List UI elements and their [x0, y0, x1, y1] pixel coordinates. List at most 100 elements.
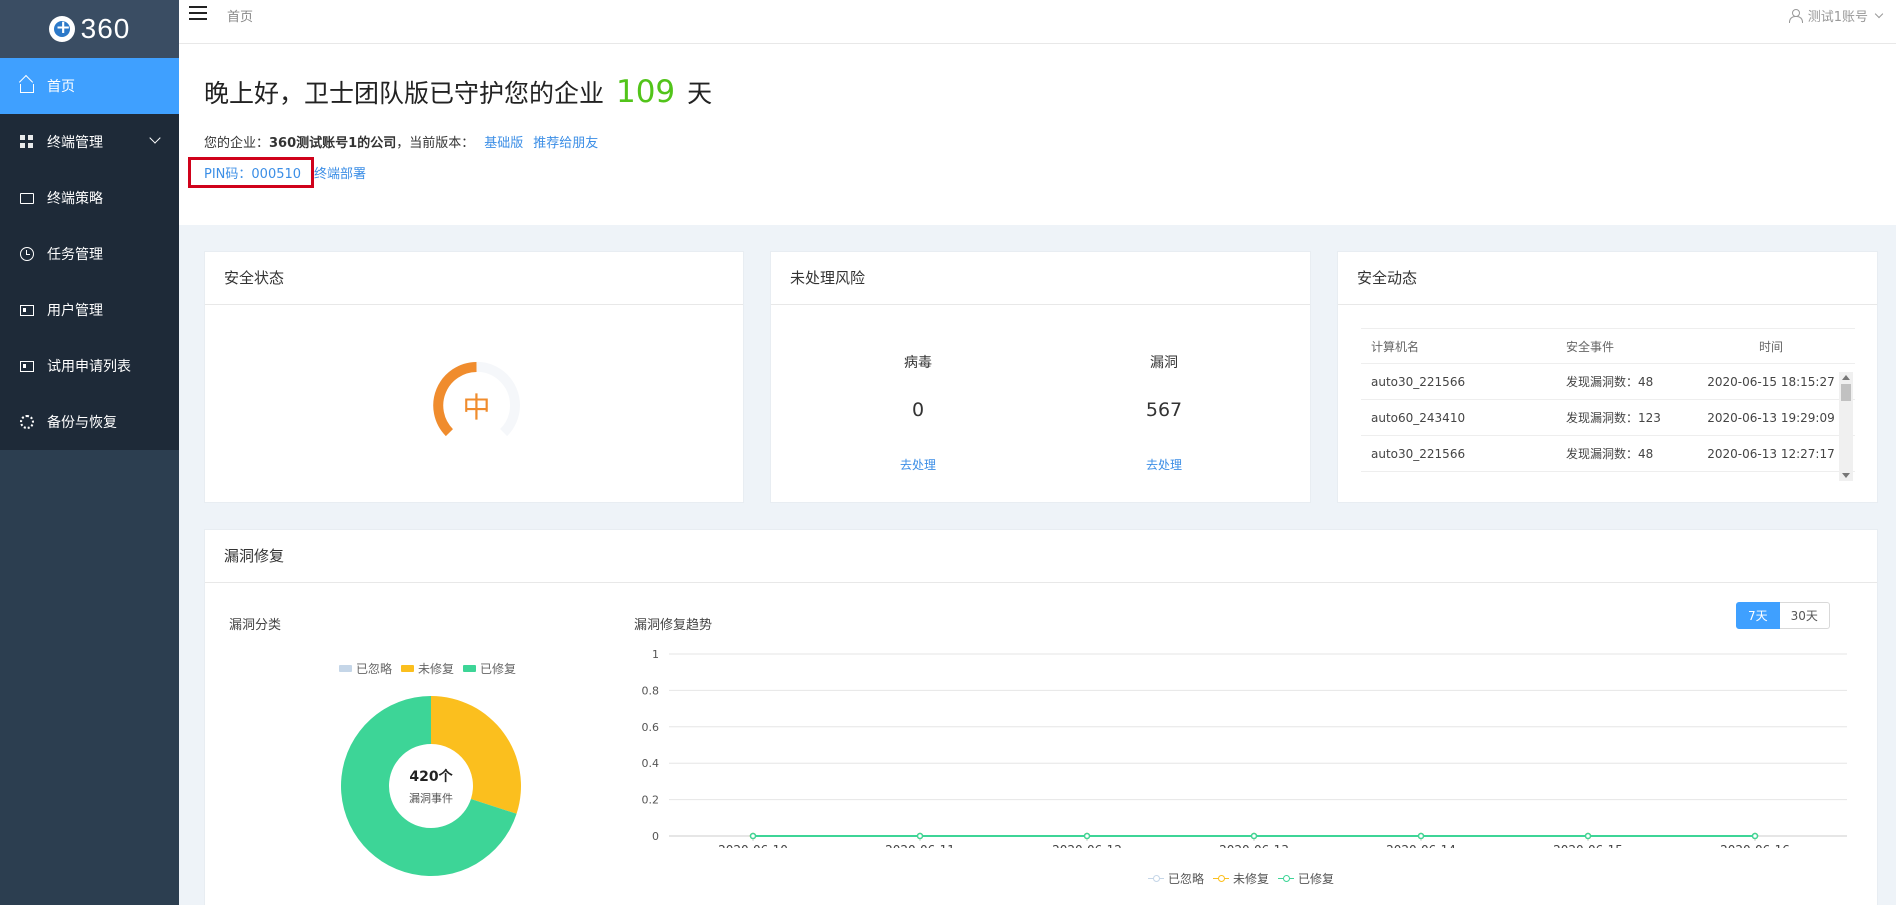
terminal-deploy-link[interactable]: 终端部署 [314, 163, 366, 182]
legend-label: 已忽略 [356, 662, 393, 676]
version-label: ，当前版本： [396, 136, 475, 151]
table-cell: 发现漏洞数：48 [1566, 375, 1654, 389]
table-row[interactable]: auto60_243410 发现漏洞数：123 2020-06-13 19:29… [1361, 400, 1855, 436]
vuln-trend-title: 漏洞修复趋势 [634, 618, 713, 633]
version-link[interactable]: 基础版 [484, 136, 523, 151]
id-card-icon [20, 304, 34, 316]
company-name: 360测试账号1的公司 [269, 136, 397, 151]
logo[interactable]: 360 [0, 0, 179, 58]
sidebar-item-label: 首页 [47, 79, 75, 95]
unhandled-risks-card: 未处理风险 病毒 0 去处理 漏洞 567 去处理 [770, 251, 1311, 503]
company-label: 您的企业： [204, 136, 270, 151]
sidebar-item-task-management[interactable]: 任务管理 [0, 226, 179, 282]
monitor-icon [20, 192, 34, 204]
legend-item-fixed[interactable]: 已修复 [1278, 870, 1334, 887]
gear-icon [20, 415, 34, 429]
table-row[interactable]: auto30_221566 发现漏洞数：48 2020-06-13 12:27:… [1361, 436, 1855, 472]
clock-icon [20, 247, 34, 261]
vuln-trend-chart: 1 0.8 0.6 0.4 0.2 0 2020-06-10 2020-06-11 2020-0… [642, 648, 1847, 848]
sidebar-item-label: 任务管理 [47, 247, 103, 263]
pin-code: PIN码：000510 [188, 157, 314, 188]
trend-legend: 已忽略 未修复 已修复 [1148, 870, 1343, 887]
legend-label: 已忽略 [1168, 872, 1205, 886]
legend-label: 未修复 [418, 662, 455, 676]
vuln-label: 漏洞 [1150, 355, 1178, 371]
scroll-up-arrow-icon[interactable] [1842, 375, 1850, 380]
table-cell: auto60_243410 [1371, 410, 1466, 425]
virus-count: 0 [911, 399, 925, 421]
sidebar-menu: 首页 终端管理 终端策略 任务管理 用户管理 试用申请列表 备份与恢复 [0, 58, 179, 450]
vuln-count: 567 [1145, 399, 1183, 421]
sidebar-item-backup-restore[interactable]: 备份与恢复 [0, 394, 179, 450]
breadcrumb[interactable]: 首页 [227, 6, 253, 25]
home-icon [20, 84, 34, 93]
virus-column: 病毒 0 去处理 [858, 352, 978, 473]
recommend-link[interactable]: 推荐给朋友 [533, 136, 598, 151]
sidebar-item-user-management[interactable]: 用户管理 [0, 282, 179, 338]
scroll-thumb[interactable] [1841, 384, 1851, 401]
sidebar-item-home[interactable]: 首页 [0, 58, 179, 114]
legend-item-ignored[interactable]: 已忽略 [339, 660, 392, 677]
legend-swatch [463, 665, 477, 672]
donut-total: 420个 [409, 769, 453, 785]
sidebar-item-terminal-management[interactable]: 终端管理 [0, 114, 179, 170]
logo-icon [48, 16, 75, 42]
sidebar-item-label: 用户管理 [47, 303, 103, 319]
legend-item-ignored[interactable]: 已忽略 [1148, 870, 1204, 887]
card-title: 未处理风险 [771, 252, 1310, 305]
table-scrollbar[interactable] [1839, 372, 1853, 481]
security-level: 中 [462, 390, 491, 424]
data-point[interactable] [749, 832, 757, 840]
vuln-handle-link[interactable]: 去处理 [1104, 456, 1224, 473]
x-tick-label: 2020-06-15 [1553, 843, 1623, 848]
data-point[interactable] [1250, 832, 1258, 840]
sidebar-item-trial-applications[interactable]: 试用申请列表 [0, 338, 179, 394]
table-cell: 发现漏洞数：123 [1566, 411, 1661, 425]
legend-line [1278, 874, 1295, 883]
legend-item-fixed[interactable]: 已修复 [463, 660, 516, 677]
range-30d-button[interactable]: 30天 [1779, 602, 1830, 629]
scroll-down-arrow-icon[interactable] [1842, 473, 1850, 478]
legend-item-unfixed[interactable]: 未修复 [401, 660, 454, 677]
id-card-icon [20, 360, 34, 372]
data-point[interactable] [1417, 832, 1425, 840]
welcome-panel: 晚上好，卫士团队版已守护您的企业 109 天 您的企业：360测试账号1的公司，… [179, 44, 1896, 225]
data-point[interactable] [1751, 832, 1759, 840]
sidebar-item-terminal-policy[interactable]: 终端策略 [0, 170, 179, 226]
donut-caption: 漏洞事件 [409, 792, 453, 805]
security-gauge: 中 [419, 348, 534, 463]
table-cell: auto30_221566 [1371, 446, 1466, 461]
logo-text: 360 [80, 13, 131, 44]
sidebar-item-label: 终端策略 [47, 191, 103, 207]
protected-days: 109 [615, 74, 676, 110]
greeting-text: 晚上好，卫士团队版已守护您的企业 [204, 79, 605, 108]
table-cell: 2020-06-15 18:15:27 [1707, 374, 1835, 389]
x-tick-label: 2020-06-12 [1052, 843, 1122, 848]
x-tick-label: 2020-06-14 [1386, 843, 1456, 848]
vuln-column: 漏洞 567 去处理 [1104, 352, 1224, 473]
data-point[interactable] [916, 832, 924, 840]
hamburger-menu-icon[interactable] [189, 6, 207, 20]
column-header: 安全事件 [1566, 339, 1615, 354]
sidebar-item-label: 备份与恢复 [47, 415, 117, 431]
legend-item-unfixed[interactable]: 未修复 [1213, 870, 1269, 887]
y-tick-label: 0.6 [642, 721, 660, 734]
x-tick-label: 2020-06-10 [718, 843, 788, 848]
virus-handle-link[interactable]: 去处理 [858, 456, 978, 473]
user-name: 测试1账号 [1807, 10, 1868, 25]
legend-line [1148, 874, 1164, 883]
range-toggle: 7天 30天 [1736, 602, 1830, 629]
data-point[interactable] [1083, 832, 1091, 840]
grid-icon [20, 135, 34, 149]
user-menu[interactable]: 测试1账号 [1788, 6, 1884, 25]
vuln-category-title: 漏洞分类 [229, 618, 282, 633]
greeting-suffix: 天 [687, 79, 713, 108]
data-point[interactable] [1584, 832, 1592, 840]
y-tick-label: 1 [652, 648, 659, 661]
y-tick-label: 0.2 [642, 794, 660, 807]
y-tick-label: 0 [652, 830, 659, 843]
column-header: 时间 [1758, 339, 1783, 354]
table-row[interactable]: auto30_221566 发现漏洞数：48 2020-06-15 18:15:… [1361, 364, 1855, 400]
legend-swatch [339, 665, 352, 672]
range-7d-button[interactable]: 7天 [1736, 602, 1780, 629]
